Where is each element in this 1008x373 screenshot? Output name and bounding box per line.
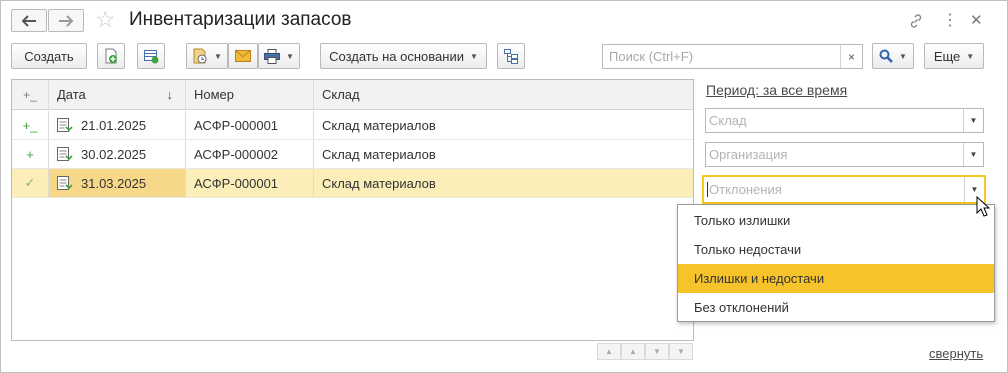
chevron-down-icon[interactable]: ▼ [963, 143, 983, 166]
number-cell: АСФР-000001 [186, 169, 314, 197]
page-title: Инвентаризации запасов [129, 9, 352, 30]
status-column-header[interactable]: +_ [12, 80, 49, 109]
chevron-down-icon: ▼ [966, 51, 975, 61]
period-link[interactable]: Период: за все время [706, 82, 847, 98]
row-status-icon: + [12, 140, 49, 168]
favorite-star-icon[interactable]: ☆ [95, 6, 116, 33]
date-cell: 31.03.2025 [49, 169, 186, 197]
structure-button[interactable] [497, 43, 525, 69]
more-vertical-icon[interactable]: ⋮ [942, 10, 958, 30]
document-add-icon [105, 48, 117, 64]
option-surplus-and-shortage[interactable]: Излишки и недостачи [678, 264, 994, 293]
collapse-link[interactable]: свернуть [929, 346, 983, 361]
column-header-warehouse[interactable]: Склад [314, 80, 695, 109]
warehouse-cell: Склад материалов [322, 175, 436, 191]
documents-table[interactable]: +_ Дата ↓ Номер Склад +_ 21.01.2025 АСФР… [11, 79, 694, 341]
option-shortage-only[interactable]: Только недостачи [678, 235, 994, 264]
report-menu-button[interactable]: ▼ [186, 43, 228, 69]
chevron-down-icon: ▼ [214, 51, 222, 61]
hierarchy-icon [504, 49, 518, 64]
scroll-to-bottom-icon[interactable]: ▼ [669, 343, 693, 360]
chevron-down-icon: ▼ [469, 51, 478, 61]
row-status-icon: ✓ [12, 169, 49, 197]
printer-icon [264, 48, 281, 64]
search-options-button[interactable]: ▼ [872, 43, 914, 69]
text-caret [707, 182, 708, 197]
number-cell: АСФР-000002 [186, 140, 314, 168]
posted-document-icon [57, 176, 73, 190]
sort-down-icon: ↓ [166, 87, 174, 102]
organization-filter[interactable]: Организация ▼ [705, 142, 984, 167]
date-cell: 30.02.2025 [49, 140, 186, 168]
table-header: +_ Дата ↓ Номер Склад [12, 80, 693, 110]
scroll-up-icon[interactable]: ▲ [621, 343, 645, 360]
table-row[interactable]: +_ 21.01.2025 АСФР-000001 Склад материал… [12, 111, 693, 140]
more-button-label: Еще [933, 48, 961, 64]
deviations-filter-placeholder: Отклонения [707, 182, 782, 197]
deviations-filter[interactable]: Отклонения ▼ [702, 175, 986, 204]
print-menu-button[interactable]: ▼ [258, 43, 300, 69]
report-clock-icon [193, 48, 207, 64]
posted-document-icon [57, 147, 73, 161]
magnifier-icon [879, 49, 893, 63]
chevron-down-icon[interactable]: ▼ [963, 109, 983, 132]
scroll-down-icon[interactable]: ▼ [645, 343, 669, 360]
table-scroll-controls: ▲ ▲ ▼ ▼ [597, 343, 694, 360]
arrow-left-icon [21, 14, 36, 27]
link-icon[interactable] [908, 13, 924, 29]
list-settings-button[interactable] [137, 43, 165, 69]
arrow-right-icon [59, 14, 74, 27]
clear-search-icon[interactable]: × [840, 45, 862, 68]
more-button[interactable]: Еще ▼ [924, 43, 984, 69]
column-header-number[interactable]: Номер [186, 80, 314, 109]
option-surplus-only[interactable]: Только излишки [678, 206, 994, 235]
table-settings-icon [144, 50, 159, 64]
create-copy-button[interactable] [97, 43, 125, 69]
create-button[interactable]: Создать [11, 43, 87, 69]
organization-filter-placeholder: Организация [709, 147, 788, 162]
inventory-window: ☆ Инвентаризации запасов ⋮ ✕ Создать ▼ ▼… [0, 0, 1008, 373]
row-status-icon: +_ [12, 111, 49, 139]
chevron-down-icon: ▼ [899, 51, 907, 61]
search-input[interactable] [603, 45, 841, 68]
warehouse-filter[interactable]: Склад ▼ [705, 108, 984, 133]
table-row-selected[interactable]: ✓ 31.03.2025 АСФР-000001 Склад материало… [12, 169, 693, 198]
back-button[interactable] [11, 9, 47, 32]
table-row[interactable]: + 30.02.2025 АСФР-000002 Склад материало… [12, 140, 693, 169]
send-email-button[interactable] [228, 43, 258, 69]
option-no-deviations[interactable]: Без отклонений [678, 293, 994, 322]
warehouse-filter-placeholder: Склад [709, 113, 747, 128]
chevron-down-icon: ▼ [286, 51, 294, 61]
number-cell: АСФР-000001 [186, 111, 314, 139]
create-based-on-label: Создать на основании [329, 48, 464, 64]
mouse-pointer-icon [976, 196, 990, 217]
search-box: × [602, 44, 863, 69]
forward-button[interactable] [48, 9, 84, 32]
column-header-date[interactable]: Дата ↓ [49, 80, 186, 109]
close-icon[interactable]: ✕ [970, 11, 983, 29]
scroll-to-top-icon[interactable]: ▲ [597, 343, 621, 360]
deviations-dropdown-list: Только излишки Только недостачи Излишки … [677, 204, 995, 322]
create-based-on-button[interactable]: Создать на основании ▼ [320, 43, 487, 69]
warehouse-cell: Склад материалов [322, 146, 436, 162]
envelope-icon [235, 50, 251, 62]
posted-document-icon [57, 118, 73, 132]
warehouse-cell: Склад материалов [322, 117, 436, 133]
date-cell: 21.01.2025 [49, 111, 186, 139]
